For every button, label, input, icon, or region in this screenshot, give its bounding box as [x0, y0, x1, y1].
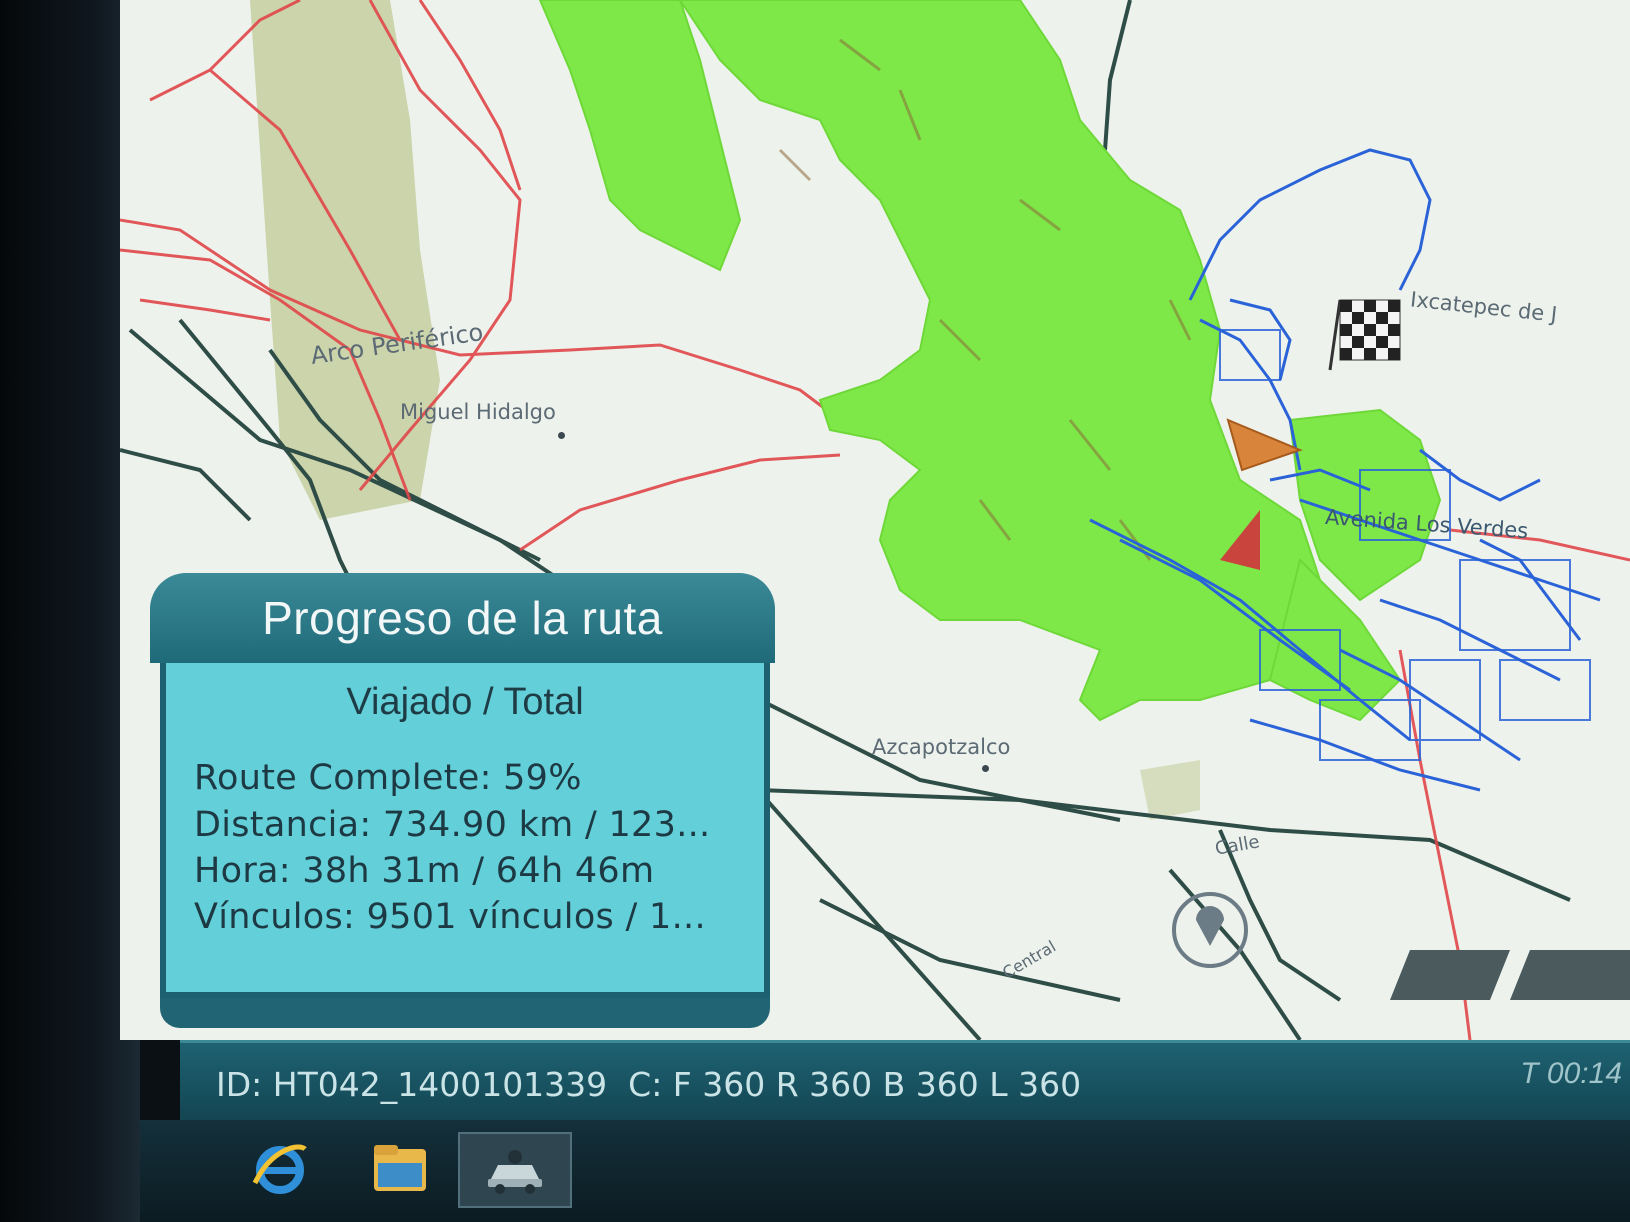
park-area: [1140, 760, 1200, 820]
finish-flag: [1328, 299, 1401, 371]
map-point-azcapotzalco: [982, 765, 989, 772]
windows-taskbar: [140, 1120, 1630, 1222]
route-complete-stat: Route Complete: 59%: [194, 758, 582, 798]
location-pin: [1172, 892, 1248, 968]
route-app-icon[interactable]: [458, 1132, 572, 1208]
current-position-marker: [1226, 418, 1303, 472]
route-progress-panel: Progreso de la ruta Viajado / Total Rout…: [142, 573, 782, 1028]
status-timer: T 00:14: [1520, 1057, 1622, 1090]
status-bar: ID: HT042_1400101339 C: F 360 R 360 B 36…: [180, 1040, 1630, 1123]
status-device-id: ID: HT042_1400101339 C: F 360 R 360 B 36…: [216, 1065, 1081, 1104]
device-id-text: ID: HT042_1400101339: [216, 1065, 608, 1104]
map-point-miguel-hidalgo: [558, 432, 565, 439]
camera-settings-text: C: F 360 R 360 B 360 L 360: [628, 1065, 1082, 1104]
route-progress-title: Progreso de la ruta: [150, 573, 775, 663]
internet-explorer-icon[interactable]: [240, 1132, 320, 1204]
route-progress-body: Viajado / Total Route Complete: 59% Dist…: [160, 663, 770, 998]
route-progress-subtitle: Viajado / Total: [346, 681, 584, 723]
distance-stat: Distancia: 734.90 km / 123...: [194, 805, 711, 845]
monitor-bezel: [0, 0, 140, 1222]
map-label-miguel-hidalgo: Miguel Hidalgo: [400, 400, 556, 424]
time-stat: Hora: 38h 31m / 64h 46m: [194, 851, 655, 891]
links-stat: Vínculos: 9501 vínculos / 1...: [194, 897, 706, 937]
route-progress-footer: [160, 998, 770, 1028]
map-label-azcapotzalco: Azcapotzalco: [872, 735, 1011, 759]
file-explorer-icon[interactable]: [360, 1132, 440, 1204]
map-control-widget[interactable]: [1390, 930, 1630, 1020]
